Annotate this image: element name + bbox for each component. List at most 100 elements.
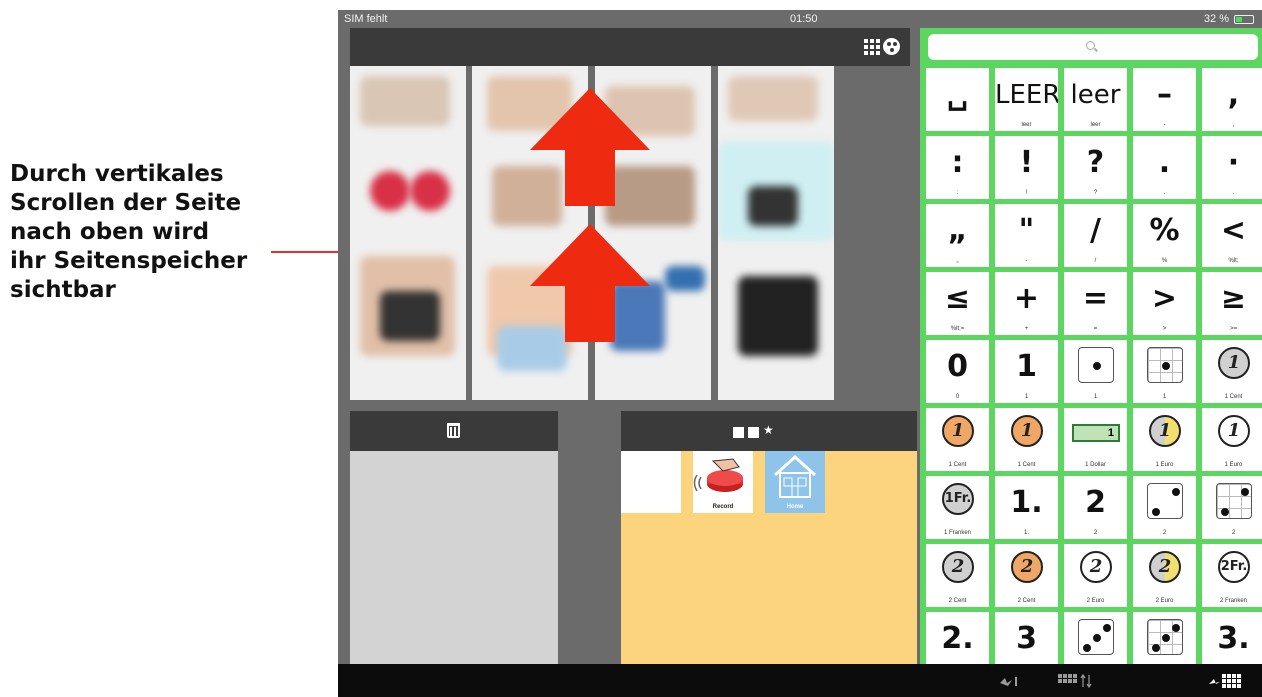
annotation-text: Durch vertikales Scrollen der Seite nach…: [10, 160, 310, 305]
key-glyph: !: [1019, 145, 1034, 180]
favorites-grid-icon[interactable]: [1208, 674, 1242, 688]
key-caption: 1 Franken: [943, 530, 971, 536]
symbol-key[interactable]: 1 1 Cent: [1202, 340, 1262, 403]
key-caption: 2 Franken: [1219, 598, 1247, 604]
symbol-key[interactable]: 1: [1133, 340, 1196, 403]
key-caption: .: [1163, 190, 1166, 196]
favorite-tool-icon[interactable]: [998, 674, 1020, 688]
key-caption: 1 Cent: [1224, 394, 1243, 400]
grid-icon[interactable]: [864, 39, 880, 55]
page-thumbnail[interactable]: [718, 66, 834, 400]
favorite-label: Home: [786, 504, 804, 510]
symbol-key[interactable]: ≥ >=: [1202, 272, 1262, 335]
symbol-key[interactable]: = =: [1064, 272, 1127, 335]
symbol-key[interactable]: > >: [1133, 272, 1196, 335]
key-glyph: ?: [1086, 145, 1105, 180]
symbol-key[interactable]: „ „: [926, 204, 989, 267]
symbol-key[interactable]: 2: [1133, 476, 1196, 539]
symbol-key[interactable]: ::: [926, 136, 989, 199]
symbol-key[interactable]: + +: [995, 272, 1058, 335]
battery-percent: 32 %: [1203, 13, 1229, 25]
dice-icon: [1216, 483, 1252, 519]
symbol-key[interactable]: ·.: [1202, 136, 1262, 199]
key-caption: +: [1024, 326, 1029, 332]
symbol-key[interactable]: %%: [1133, 204, 1196, 267]
favorite-empty-tile[interactable]: [621, 451, 681, 513]
key-caption: :: [956, 190, 959, 196]
symbol-key[interactable]: LEER leer: [995, 68, 1058, 131]
symbol-key[interactable]: 2 2 Cent: [995, 544, 1058, 607]
symbol-key[interactable]: – -: [1133, 68, 1196, 131]
symbol-key[interactable]: 2 2 Euro: [1133, 544, 1196, 607]
symbol-key[interactable]: < %lt;: [1202, 204, 1262, 267]
annotation-line: nach oben wird: [10, 219, 210, 245]
symbol-key[interactable]: 11: [995, 340, 1058, 403]
coin-icon: 1: [1011, 415, 1043, 447]
favorite-record-button[interactable]: Record: [693, 451, 753, 513]
key-caption: leer: [1021, 122, 1032, 128]
symbol-key[interactable]: leer leer: [1064, 68, 1127, 131]
search-icon: [1086, 41, 1095, 50]
coin-icon: 2: [1149, 551, 1181, 583]
scroll-up-arrow: [530, 224, 650, 342]
symbol-key[interactable]: 2 2 Euro: [1064, 544, 1127, 607]
key-caption: 2: [1162, 530, 1167, 536]
bottom-toolbar: [338, 664, 1262, 697]
symbol-key[interactable]: ≤ %lt;=: [926, 272, 989, 335]
square-icon: [733, 427, 744, 438]
symbol-key[interactable]: ??: [1064, 136, 1127, 199]
symbol-key[interactable]: ,,: [1202, 68, 1262, 131]
key-caption: 2 Euro: [1155, 598, 1174, 604]
key-caption: 1: [1024, 394, 1029, 400]
key-glyph: leer: [1070, 80, 1121, 110]
key-glyph: =: [1082, 281, 1109, 316]
symbol-key[interactable]: 1: [1064, 340, 1127, 403]
page-memory-pages[interactable]: [350, 66, 835, 402]
symbol-key[interactable]: / /: [1064, 204, 1127, 267]
key-caption: -: [1025, 258, 1028, 264]
symbol-key[interactable]: 22: [1064, 476, 1127, 539]
page-thumbnail[interactable]: [350, 66, 466, 400]
symbol-key[interactable]: 1 1 Euro: [1133, 408, 1196, 471]
coin-icon: 1: [1149, 415, 1181, 447]
key-caption: >=: [1229, 326, 1237, 332]
key-caption: %lt;=: [950, 326, 965, 332]
symbol-key[interactable]: 1 1 Dollar: [1064, 408, 1127, 471]
key-caption: 1 Dollar: [1085, 462, 1106, 468]
key-glyph: ≤: [944, 281, 971, 316]
symbol-key[interactable]: 1 1 Cent: [995, 408, 1058, 471]
symbol-key[interactable]: ..: [1133, 136, 1196, 199]
symbol-key[interactable]: 1Fr. 1 Franken: [926, 476, 989, 539]
key-glyph: ≥: [1220, 281, 1247, 316]
key-glyph: 0: [947, 349, 968, 384]
symbol-key[interactable]: 1 1 Cent: [926, 408, 989, 471]
dice-icon: [1078, 347, 1114, 383]
key-glyph: 3: [1016, 621, 1037, 656]
symbol-key[interactable]: ␣: [926, 68, 989, 131]
symbol-key[interactable]: 1. 1.: [995, 476, 1058, 539]
palette-icon[interactable]: [883, 38, 900, 55]
symbol-key[interactable]: 00: [926, 340, 989, 403]
symbol-key[interactable]: 2 2 Cent: [926, 544, 989, 607]
trash-icon[interactable]: [447, 423, 460, 438]
favorite-home-button[interactable]: Home: [765, 451, 825, 513]
annotation-line: Scrollen der Seite: [10, 190, 242, 216]
symbol-key[interactable]: 2: [1202, 476, 1262, 539]
key-glyph: –: [1157, 77, 1172, 112]
search-input[interactable]: [928, 34, 1258, 60]
star-icon[interactable]: ★: [763, 424, 777, 438]
key-caption: 2: [1093, 530, 1098, 536]
key-caption: 2 Euro: [1086, 598, 1105, 604]
trash-drop-area[interactable]: [350, 451, 558, 671]
key-caption: .: [1232, 190, 1235, 196]
grid-sort-icon[interactable]: [1058, 674, 1092, 688]
symbol-key[interactable]: 2Fr. 2 Franken: [1202, 544, 1262, 607]
symbol-key[interactable]: !!: [995, 136, 1058, 199]
page-memory-toolbar: [350, 28, 910, 66]
status-bar: SIM fehlt 01:50 32 %: [338, 10, 1262, 28]
status-right: 32 %: [1204, 13, 1254, 25]
key-caption: 2 Cent: [948, 598, 967, 604]
key-glyph: ": [1018, 213, 1035, 248]
symbol-key[interactable]: " -: [995, 204, 1058, 267]
symbol-key[interactable]: 1 1 Euro: [1202, 408, 1262, 471]
